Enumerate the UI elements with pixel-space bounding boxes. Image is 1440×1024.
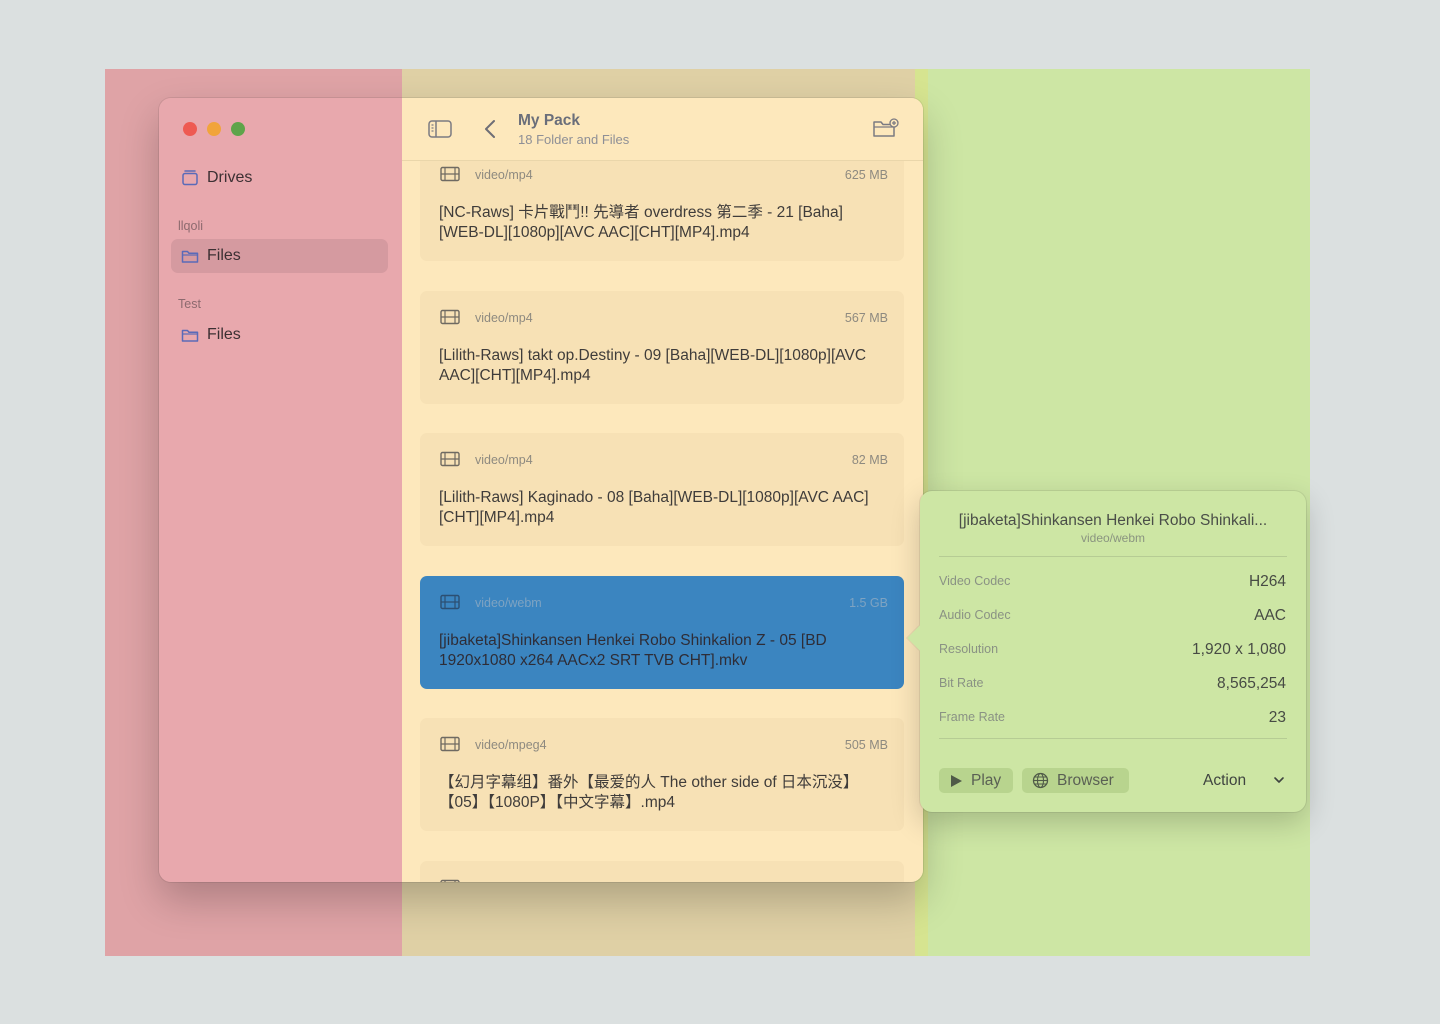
play-icon bbox=[951, 774, 962, 787]
details-mime: video/webm bbox=[1080, 531, 1146, 545]
file-size: 567 MB bbox=[844, 311, 888, 325]
prop-label-video-codec: Video Codec bbox=[939, 574, 1011, 588]
minimize-window-button[interactable] bbox=[207, 122, 221, 136]
file-list: video/mp4 625 MB [NC-Raws] 卡片戰鬥!! 先導者 ov… bbox=[402, 98, 923, 882]
film-icon bbox=[440, 879, 460, 882]
file-card-partial[interactable] bbox=[420, 861, 904, 882]
file-size: 1.5 GB bbox=[849, 596, 888, 610]
back-chevron-icon[interactable] bbox=[484, 119, 496, 139]
new-folder-icon[interactable] bbox=[872, 118, 900, 138]
prop-value-audio-codec: AAC bbox=[1254, 607, 1286, 624]
prop-label-bit-rate: Bit Rate bbox=[939, 676, 984, 690]
mime-type: video/mpeg4 bbox=[475, 738, 547, 752]
sidebar-toggle-icon[interactable] bbox=[428, 120, 452, 138]
folder-icon bbox=[181, 329, 199, 342]
file-name: 【幻月字幕组】番外【最爱的人 The other side of 日本沉没】【0… bbox=[439, 774, 859, 811]
file-card[interactable]: video/mp4 82 MB [Lilith-Raws] Kaginado -… bbox=[420, 433, 904, 546]
sidebar-item-label: Files bbox=[207, 247, 241, 264]
file-size: 625 MB bbox=[844, 168, 888, 182]
mime-type: video/mp4 bbox=[475, 453, 533, 467]
details-title: [jibaketa]Shinkansen Henkei Robo Shinkal… bbox=[958, 512, 1268, 529]
play-button-label: Play bbox=[971, 771, 1002, 789]
file-card[interactable]: video/mpeg4 505 MB 【幻月字幕组】番外【最爱的人 The ot… bbox=[420, 718, 904, 831]
toolbar: My Pack 18 Folder and Files bbox=[402, 98, 923, 161]
play-button[interactable]: Play bbox=[939, 768, 1013, 793]
file-size: 82 MB bbox=[851, 453, 888, 467]
file-name: [Lilith-Raws] takt op.Destiny - 09 [Baha… bbox=[439, 347, 867, 384]
file-card-selected[interactable]: video/webm 1.5 GB [jibaketa]Shinkansen H… bbox=[420, 576, 904, 689]
mime-type: video/mp4 bbox=[475, 168, 533, 182]
prop-value-video-codec: H264 bbox=[1248, 573, 1286, 590]
film-icon bbox=[440, 451, 460, 467]
sidebar-item-label: Files bbox=[207, 326, 241, 343]
page-title: My Pack bbox=[518, 112, 581, 129]
prop-value-resolution: 1,920 x 1,080 bbox=[1192, 641, 1286, 658]
app-window: Drives llqoli Files Test Files video/mp4… bbox=[159, 98, 923, 882]
sidebar-item-drives[interactable]: Drives bbox=[171, 161, 388, 195]
file-card[interactable]: video/mp4 567 MB [Lilith-Raws] takt op.D… bbox=[420, 291, 904, 404]
film-icon bbox=[440, 309, 460, 325]
prop-label-frame-rate: Frame Rate bbox=[939, 710, 1005, 724]
folder-icon bbox=[181, 250, 199, 263]
globe-icon bbox=[1032, 772, 1049, 789]
sidebar-item-files[interactable]: Files bbox=[171, 239, 388, 273]
sidebar-item-label: Drives bbox=[207, 169, 253, 186]
prop-value-frame-rate: 23 bbox=[1268, 709, 1286, 726]
prop-label-audio-codec: Audio Codec bbox=[939, 608, 1011, 622]
zoom-window-button[interactable] bbox=[231, 122, 245, 136]
divider bbox=[939, 556, 1287, 557]
chevron-down-icon[interactable] bbox=[1273, 776, 1285, 784]
action-menu-button[interactable]: Action bbox=[1203, 772, 1246, 790]
prop-label-resolution: Resolution bbox=[939, 642, 999, 656]
file-name: [NC-Raws] 卡片戰鬥!! 先導者 overdress 第二季 - 21 … bbox=[439, 204, 843, 241]
file-size: 505 MB bbox=[844, 738, 888, 752]
drive-icon bbox=[182, 170, 198, 186]
file-card[interactable]: video/mp4 625 MB [NC-Raws] 卡片戰鬥!! 先導者 ov… bbox=[420, 148, 904, 261]
film-icon bbox=[440, 594, 460, 610]
sidebar-item-files[interactable]: Files bbox=[171, 318, 388, 352]
film-icon bbox=[440, 736, 460, 752]
file-details-popover: [jibaketa]Shinkansen Henkei Robo Shinkal… bbox=[907, 491, 1306, 812]
sidebar: Drives llqoli Files Test Files bbox=[159, 98, 402, 882]
close-window-button[interactable] bbox=[183, 122, 197, 136]
sidebar-section-header: Test bbox=[178, 297, 201, 311]
file-name: [jibaketa]Shinkansen Henkei Robo Shinkal… bbox=[439, 632, 827, 669]
page-subtitle: 18 Folder and Files bbox=[518, 132, 630, 147]
divider bbox=[939, 738, 1287, 739]
sidebar-section-header: llqoli bbox=[178, 219, 204, 233]
mime-type: video/webm bbox=[475, 596, 542, 610]
film-icon bbox=[440, 166, 460, 182]
file-name: [Lilith-Raws] Kaginado - 08 [Baha][WEB-D… bbox=[439, 489, 869, 526]
prop-value-bit-rate: 8,565,254 bbox=[1217, 675, 1286, 692]
mime-type: video/mp4 bbox=[475, 311, 533, 325]
browser-button-label: Browser bbox=[1057, 771, 1114, 789]
browser-button[interactable]: Browser bbox=[1022, 768, 1129, 793]
file-list-pane: video/mp4 625 MB [NC-Raws] 卡片戰鬥!! 先導者 ov… bbox=[402, 98, 923, 882]
